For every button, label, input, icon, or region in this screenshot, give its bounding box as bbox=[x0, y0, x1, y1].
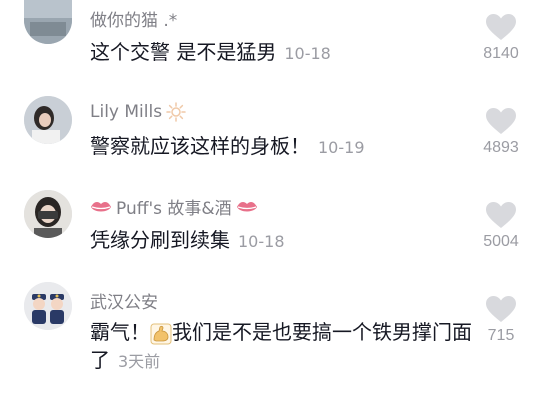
username-label: 武汉公安 bbox=[90, 293, 158, 313]
heart-icon[interactable] bbox=[486, 296, 516, 323]
avatar[interactable] bbox=[24, 282, 72, 330]
username[interactable]: Puff's 故事&酒 bbox=[90, 194, 258, 219]
comment-text: 凭缘分刷到续集 10-18 bbox=[90, 226, 285, 256]
like-count: 5004 bbox=[483, 233, 519, 250]
comment-body: 这个交警 是不是猛男 bbox=[90, 40, 277, 64]
avatar[interactable] bbox=[24, 0, 72, 44]
avatar[interactable] bbox=[24, 96, 72, 144]
comment-text: 霸气！ 我们是不是也要搞一个铁男撑门面了 3天前 bbox=[90, 318, 490, 376]
heart-icon[interactable] bbox=[486, 108, 516, 135]
comment-body: 警察就应该这样的身板！ bbox=[90, 134, 310, 158]
comment-time: 10-18 bbox=[284, 44, 331, 63]
lips-icon bbox=[236, 201, 257, 211]
flexed-biceps-icon bbox=[150, 323, 172, 344]
username[interactable]: Lily Mills bbox=[90, 102, 186, 122]
lips-icon bbox=[91, 201, 111, 211]
like-count: 8140 bbox=[483, 45, 519, 62]
like-button[interactable]: 8140 bbox=[476, 14, 526, 63]
username-label: 做你的猫 .* bbox=[90, 11, 178, 31]
username[interactable]: 做你的猫 .* bbox=[90, 6, 177, 31]
username-label: Lily Mills bbox=[90, 102, 163, 122]
like-button[interactable]: 715 bbox=[476, 296, 526, 345]
like-count: 4893 bbox=[483, 139, 519, 156]
username-label: Puff's 故事&酒 bbox=[116, 199, 232, 219]
username[interactable]: 武汉公安 bbox=[90, 288, 158, 313]
like-count: 715 bbox=[487, 327, 515, 344]
comment-time: 10-18 bbox=[238, 232, 285, 251]
comment-time: 10-19 bbox=[318, 138, 365, 157]
avatar[interactable] bbox=[24, 190, 72, 238]
heart-icon[interactable] bbox=[486, 14, 516, 41]
like-button[interactable]: 5004 bbox=[476, 202, 526, 251]
comment-body-part1: 霸气！ bbox=[90, 320, 150, 344]
sun-icon bbox=[166, 102, 186, 122]
comment-body: 凭缘分刷到续集 bbox=[90, 228, 230, 252]
comment-time: 3天前 bbox=[118, 352, 161, 371]
comment-text: 警察就应该这样的身板！ 10-19 bbox=[90, 132, 365, 162]
like-button[interactable]: 4893 bbox=[476, 108, 526, 157]
comment-text: 这个交警 是不是猛男 10-18 bbox=[90, 38, 331, 68]
heart-icon[interactable] bbox=[486, 202, 516, 229]
